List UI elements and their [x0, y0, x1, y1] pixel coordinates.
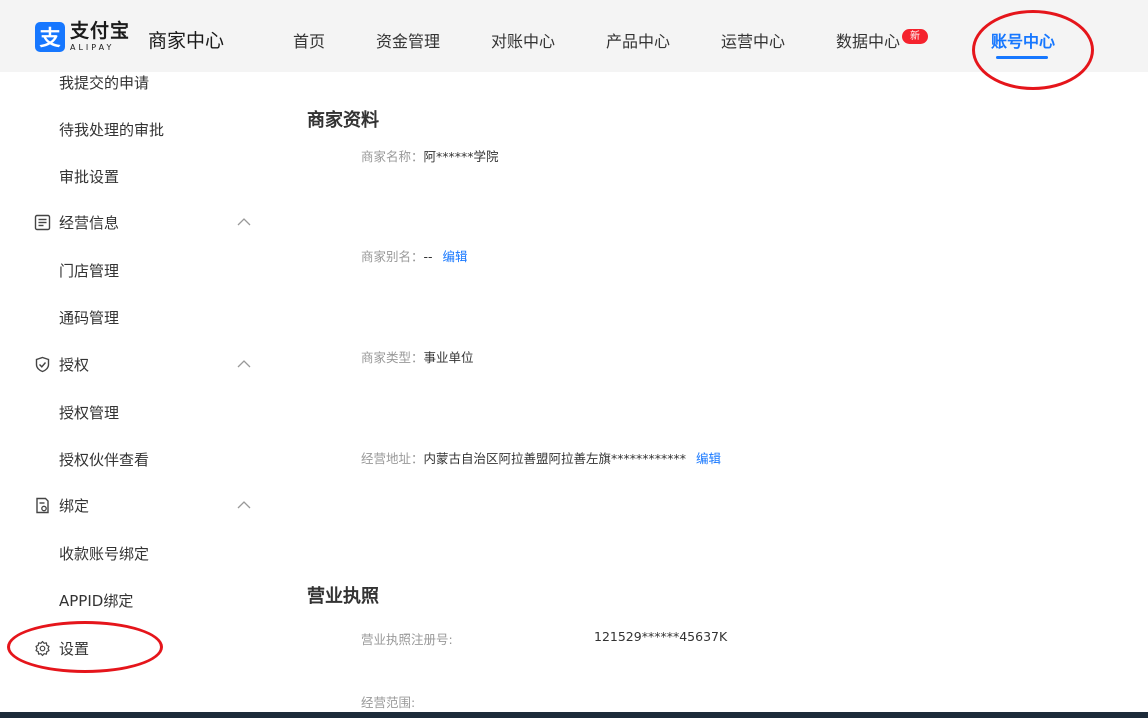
chevron-up-icon[interactable]: [237, 500, 251, 509]
shield-check-icon: [35, 356, 50, 373]
sidebar-item-partner-view[interactable]: 授权伙伴查看: [59, 449, 149, 470]
merchant-name-value: 阿******学院: [423, 149, 499, 164]
sidebar: 我提交的申请 待我处理的审批 审批设置 经营信息 门店管理 通码管理 授权 授权…: [0, 72, 271, 718]
business-license-title: 营业执照: [307, 586, 379, 607]
main-content: 商家资料 商家名称：阿******学院 商家别名：-- 编辑 商家类型：事业单位 …: [271, 72, 1148, 712]
alipay-logo[interactable]: 支 支付宝 ALIPAY: [35, 22, 130, 52]
nav-funds[interactable]: 资金管理: [376, 28, 440, 52]
license-reg-no-label: 营业执照注册号:: [361, 632, 453, 647]
merchant-type-label: 商家类型：: [361, 350, 424, 365]
nav-reconciliation[interactable]: 对账中心: [491, 28, 555, 52]
sidebar-group-label: 授权: [59, 356, 90, 374]
merchant-name-label: 商家名称：: [361, 149, 424, 164]
sidebar-group-label: 经营信息: [59, 214, 120, 232]
merchant-alias-value: --: [423, 249, 433, 264]
chevron-up-icon[interactable]: [237, 217, 251, 226]
merchant-name-field: 商家名称：阿******学院: [361, 146, 499, 165]
alipay-logo-cn: 支付宝: [70, 20, 131, 42]
business-address-field: 经营地址：内蒙古自治区阿拉善盟阿拉善左旗************ 编辑: [361, 448, 721, 467]
sidebar-group-authorization[interactable]: 授权: [34, 354, 89, 375]
top-navigation-bar: 支 支付宝 ALIPAY 商家中心 首页 资金管理 对账中心 产品中心 运营中心…: [0, 0, 1148, 72]
merchant-alias-field: 商家别名：-- 编辑: [361, 246, 468, 265]
sidebar-item-approval-settings[interactable]: 审批设置: [59, 166, 119, 187]
document-list-icon: [34, 214, 51, 231]
chevron-up-icon[interactable]: [237, 359, 251, 368]
sidebar-item-store-management[interactable]: 门店管理: [59, 260, 119, 281]
sidebar-group-binding[interactable]: 绑定: [34, 495, 89, 516]
sidebar-item-appid-binding[interactable]: APPID绑定: [59, 590, 133, 611]
merchant-type-field: 商家类型：事业单位: [361, 347, 474, 366]
nav-operations[interactable]: 运营中心: [721, 28, 785, 52]
sidebar-item-code-management[interactable]: 通码管理: [59, 307, 119, 328]
merchant-profile-title: 商家资料: [307, 110, 379, 131]
alipay-logo-text: 支付宝 ALIPAY: [70, 22, 130, 52]
sidebar-item-pending-approvals[interactable]: 待我处理的审批: [59, 119, 164, 140]
alipay-logo-icon: 支: [35, 22, 65, 52]
sidebar-item-my-applications[interactable]: 我提交的申请: [59, 72, 149, 93]
nav-products[interactable]: 产品中心: [606, 28, 670, 52]
nav-account[interactable]: 账号中心: [991, 28, 1055, 52]
bind-document-icon: [36, 497, 49, 514]
nav-data[interactable]: 数据中心: [836, 28, 900, 52]
sidebar-item-authorization-management[interactable]: 授权管理: [59, 402, 119, 423]
new-badge: 新: [902, 29, 928, 44]
gear-icon: [35, 640, 50, 657]
license-reg-no-value: 121529******45637K: [594, 629, 728, 644]
business-scope-label: 经营范围:: [361, 695, 416, 710]
sidebar-item-settings[interactable]: 设置: [34, 638, 89, 659]
business-scope-field: 经营范围:: [361, 692, 415, 711]
nav-home[interactable]: 首页: [293, 28, 325, 52]
license-reg-no-field: 营业执照注册号:: [361, 629, 453, 648]
merchant-alias-label: 商家别名：: [361, 249, 424, 264]
edit-alias-link[interactable]: 编辑: [443, 249, 468, 264]
business-address-value: 内蒙古自治区阿拉善盟阿拉善左旗************: [423, 451, 687, 466]
edit-address-link[interactable]: 编辑: [696, 451, 721, 466]
sidebar-settings-label: 设置: [59, 640, 90, 658]
sidebar-group-label: 绑定: [59, 497, 90, 515]
merchant-type-value: 事业单位: [423, 350, 474, 365]
alipay-logo-en: ALIPAY: [70, 43, 115, 52]
sidebar-group-business-info[interactable]: 经营信息: [34, 212, 119, 233]
bottom-bar: [0, 712, 1148, 718]
app-title: 商家中心: [148, 30, 225, 52]
nav-active-indicator: [996, 56, 1048, 59]
business-address-label: 经营地址：: [361, 451, 424, 466]
sidebar-item-payment-account-binding[interactable]: 收款账号绑定: [59, 543, 149, 564]
